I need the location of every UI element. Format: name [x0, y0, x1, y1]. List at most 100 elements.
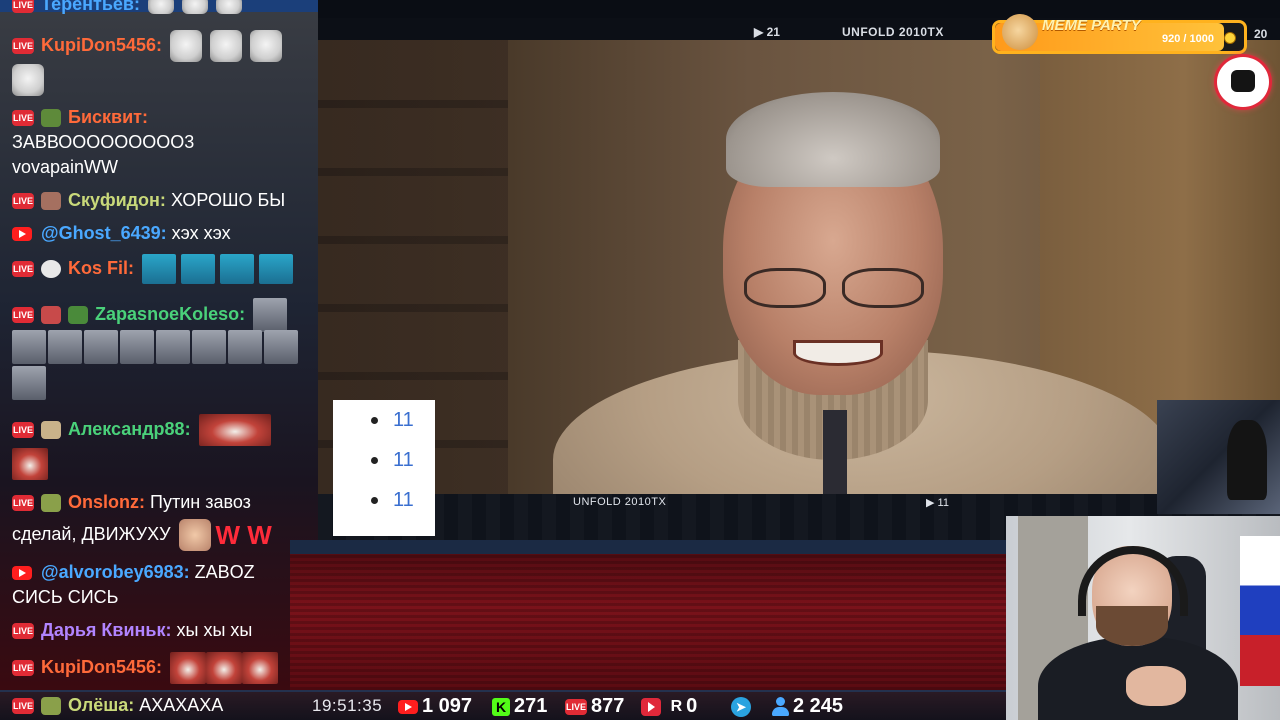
kick-viewers: K 271 — [492, 694, 547, 718]
emote-mouth-icon — [12, 448, 48, 480]
chat-message-continued — [12, 330, 298, 364]
popup-list-item[interactable]: 11 — [371, 446, 435, 486]
emote-face-icon — [170, 30, 203, 62]
overlay-unfold-label-bottom: UNFOLD 2010TX — [573, 496, 667, 508]
chat-username: Александр88: — [68, 418, 191, 439]
user-avatar-icon — [41, 260, 62, 278]
vk-live-badge-icon: LIVE — [12, 495, 34, 512]
meme-party-title: MEME PARTY — [1042, 17, 1141, 34]
emote-gubami-icon — [253, 298, 288, 332]
user-avatar-icon — [41, 306, 62, 324]
chat-message: LIVE KupiDon5456: — [12, 30, 283, 62]
emote-gubami-icon — [12, 366, 46, 400]
chat-message-continued — [12, 448, 48, 480]
emote-eyes-icon — [142, 254, 177, 284]
emote-eyes-icon — [220, 254, 255, 284]
chat-message-text: хы хы хы — [176, 620, 253, 640]
blue-divider — [290, 540, 1006, 554]
emote-mouth-icon — [198, 414, 271, 446]
youtube-count: 1 097 — [422, 695, 473, 717]
chat-message-text: хэх хэх — [171, 223, 231, 243]
chat-username: KupiDon5456: — [41, 34, 163, 55]
chat-message: LIVE Скуфидон: ХОРОШО БЫ — [12, 188, 285, 212]
chat-username: Скуфидон: — [68, 190, 166, 210]
chat-message: LIVE KupiDon5456: — [12, 652, 279, 684]
emote-mouth-icon — [242, 652, 279, 684]
chat-message: LIVE Onslonz: Путин завоз — [12, 490, 251, 514]
youtube-icon — [398, 699, 418, 714]
popup-list: 11 11 11 — [333, 400, 435, 536]
chat-message: @alvorobey6983: ZABOZ — [12, 560, 255, 584]
chat-message: LIVE Александр88: — [12, 414, 271, 446]
rutube-viewers: R0 — [641, 694, 697, 718]
rutube-play-icon — [641, 697, 661, 716]
chat-message-continued — [12, 64, 44, 96]
red-banner — [290, 540, 1006, 690]
chat-message: LIVE Бисквит: — [12, 105, 148, 129]
chat-username: KupiDon5456: — [41, 656, 163, 677]
vk-live-badge-icon: LIVE — [12, 261, 34, 277]
guest-glasses — [736, 268, 934, 310]
streamer-cam — [1006, 516, 1280, 720]
chat-username: Терентьев: — [41, 0, 140, 14]
chat-username: Бисквит: — [68, 107, 148, 127]
youtube-badge-icon — [12, 566, 32, 581]
emote-gubami-icon — [264, 330, 298, 364]
vk-live-badge-icon: LIVE — [12, 660, 34, 676]
vk-live-badge-icon: LIVE — [12, 110, 34, 127]
chat-username: Дарья Квиньк: — [41, 620, 172, 640]
chat-message-text: Путин завоз — [150, 492, 251, 512]
chat-panel: LIVE Терентьев: LIVE KupiDon5456: LIVE Б… — [0, 0, 318, 690]
emote-mouth-icon — [206, 652, 243, 684]
chat-message-text: ZABOZ — [194, 562, 255, 582]
chat-username: Олёша: — [68, 695, 135, 715]
vk-live-badge-icon: LIVE — [12, 623, 34, 640]
emote-mouth-icon — [170, 652, 207, 684]
flag — [1240, 536, 1280, 686]
chat-message: @Ghost_6439: хэх хэх — [12, 221, 231, 245]
emote-eyes-icon — [181, 254, 216, 284]
user-avatar-icon — [68, 306, 89, 324]
user-avatar-icon — [41, 697, 62, 716]
overlay-counter-top-right: 20 — [1254, 27, 1268, 41]
emote-ww-text: W W — [215, 520, 272, 550]
user-avatar-icon — [41, 192, 62, 211]
emote-face-icon — [178, 519, 211, 551]
popup-list-item[interactable]: 11 — [371, 486, 435, 526]
emote-gubami-icon — [84, 330, 118, 364]
viewers-count: 2 245 — [793, 695, 844, 717]
telegram-icon: ➤ — [731, 696, 751, 717]
chat-message-text: ЗАВВООООООООО3 — [12, 132, 195, 152]
emote-face-icon — [12, 64, 44, 96]
chat-message: LIVE Дарья Квиньк: хы хы хы — [12, 618, 252, 642]
youtube-badge-icon — [12, 227, 32, 242]
vk-live-badge-icon: LIVE — [12, 38, 34, 54]
emote-gubami-icon — [192, 330, 226, 364]
emote-gubami-icon — [156, 330, 190, 364]
guest-hair — [726, 92, 940, 187]
youtube-viewers: 1 097 — [398, 694, 472, 718]
chat-message-text: СИСЬ СИСЬ — [12, 587, 119, 607]
emote-face-icon — [210, 30, 243, 62]
kick-icon: K — [492, 697, 510, 716]
stream-logo-icon — [1231, 70, 1255, 92]
chat-username: @alvorobey6983: — [41, 562, 190, 582]
popup-list-item[interactable]: 11 — [371, 406, 435, 446]
emote-gubami-icon — [48, 330, 82, 364]
chat-message: сделай, ДВИЖУХУ W W — [12, 519, 272, 551]
chat-message-text: АХАХАХА — [139, 695, 224, 715]
streamer-hands — [1126, 666, 1186, 706]
overlay-counter-bottom: ▶ 11 — [926, 497, 949, 509]
chat-username: ZapasnoeKoleso: — [95, 303, 246, 324]
overlay-counter-top-left: ▶ 21 — [754, 25, 780, 39]
guest-video — [318, 40, 1280, 540]
vklive-viewers: LIVE 877 — [565, 694, 624, 718]
chat-message-text: сделай, ДВИЖУХУ — [12, 523, 171, 544]
vklive-count: 877 — [591, 695, 625, 717]
chat-message: LIVE Kos Fil: — [12, 254, 294, 284]
chat-message-continued — [12, 366, 46, 400]
vk-live-badge-icon: LIVE — [12, 0, 34, 14]
user-avatar-icon — [41, 109, 62, 128]
guest-smile — [793, 340, 883, 366]
doge-icon — [1002, 14, 1038, 50]
